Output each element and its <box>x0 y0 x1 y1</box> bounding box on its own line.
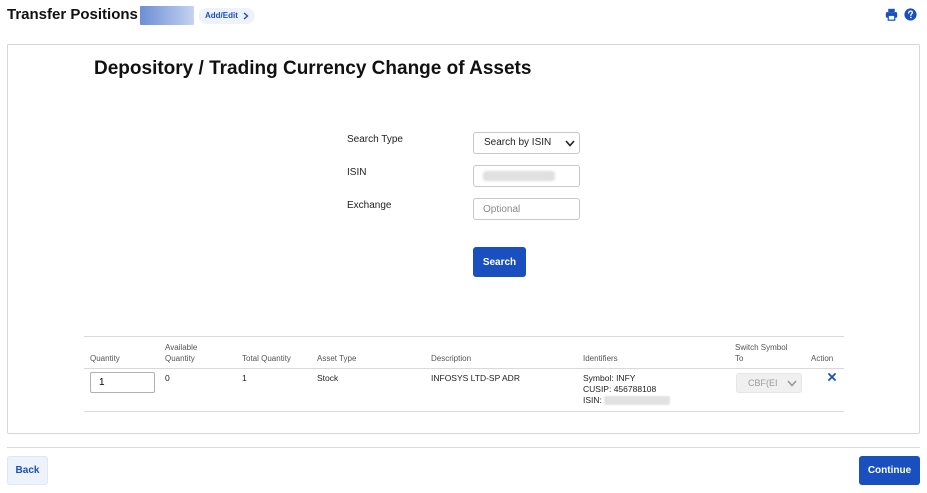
th-identifiers: Identifiers <box>583 354 618 363</box>
footer-divider <box>7 447 920 448</box>
isin-identifier-redacted <box>604 396 670 405</box>
help-icon[interactable] <box>904 8 917 21</box>
th-available-line2: Quantity <box>165 354 195 363</box>
quantity-input[interactable] <box>90 372 155 393</box>
add-edit-button[interactable]: Add/Edit <box>199 8 255 24</box>
continue-button[interactable]: Continue <box>859 456 920 485</box>
top-bar: Transfer Positions Add/Edit <box>0 0 927 32</box>
th-switch-line2: To <box>735 354 744 363</box>
transfer-card: Depository / Trading Currency Change of … <box>7 44 920 434</box>
search-type-label: Search Type <box>347 134 403 145</box>
cusip-identifier: CUSIP: 456788108 <box>583 384 657 394</box>
chevron-right-icon <box>243 12 249 20</box>
exchange-label: Exchange <box>347 200 392 211</box>
add-edit-label: Add/Edit <box>205 11 238 20</box>
th-switch-symbol: Switch Symbol To <box>735 342 787 364</box>
section-title: Depository / Trading Currency Change of … <box>94 58 532 79</box>
description-cell: INFOSYS LTD-SP ADR <box>431 373 520 383</box>
row-divider <box>84 411 844 412</box>
th-quantity: Quantity <box>90 354 120 363</box>
th-total-quantity: Total Quantity <box>242 354 291 363</box>
chevron-down-icon <box>787 379 797 387</box>
th-available-line1: Available <box>165 343 198 352</box>
print-icon[interactable] <box>885 8 898 21</box>
isin-input[interactable] <box>473 165 580 187</box>
close-icon[interactable] <box>827 372 837 382</box>
th-switch-line1: Switch Symbol <box>735 343 788 352</box>
isin-value-redacted <box>483 171 555 181</box>
th-available-quantity: Available Quantity <box>165 342 197 364</box>
th-description: Description <box>431 354 472 363</box>
chevron-down-icon <box>565 139 575 147</box>
table-header: Quantity Available Quantity Total Quanti… <box>84 336 844 369</box>
th-action: Action <box>811 354 834 363</box>
isin-label: ISIN <box>347 167 367 178</box>
search-type-value: Search by ISIN <box>484 137 552 148</box>
search-type-select[interactable]: Search by ISIN <box>473 132 580 154</box>
available-quantity-cell: 0 <box>165 373 170 383</box>
th-asset-type: Asset Type <box>317 354 357 363</box>
page-title: Transfer Positions <box>7 6 138 23</box>
symbol-identifier: Symbol: INFY <box>583 373 636 383</box>
search-button[interactable]: Search <box>473 247 526 277</box>
switch-symbol-select[interactable]: CBF(EI <box>736 373 802 393</box>
back-button[interactable]: Back <box>7 456 48 485</box>
account-selector-redacted[interactable] <box>140 6 194 25</box>
total-quantity-cell: 1 <box>242 373 247 383</box>
exchange-input[interactable] <box>473 198 580 220</box>
asset-type-cell: Stock <box>317 373 339 383</box>
switch-symbol-value: CBF(EI <box>748 378 778 388</box>
